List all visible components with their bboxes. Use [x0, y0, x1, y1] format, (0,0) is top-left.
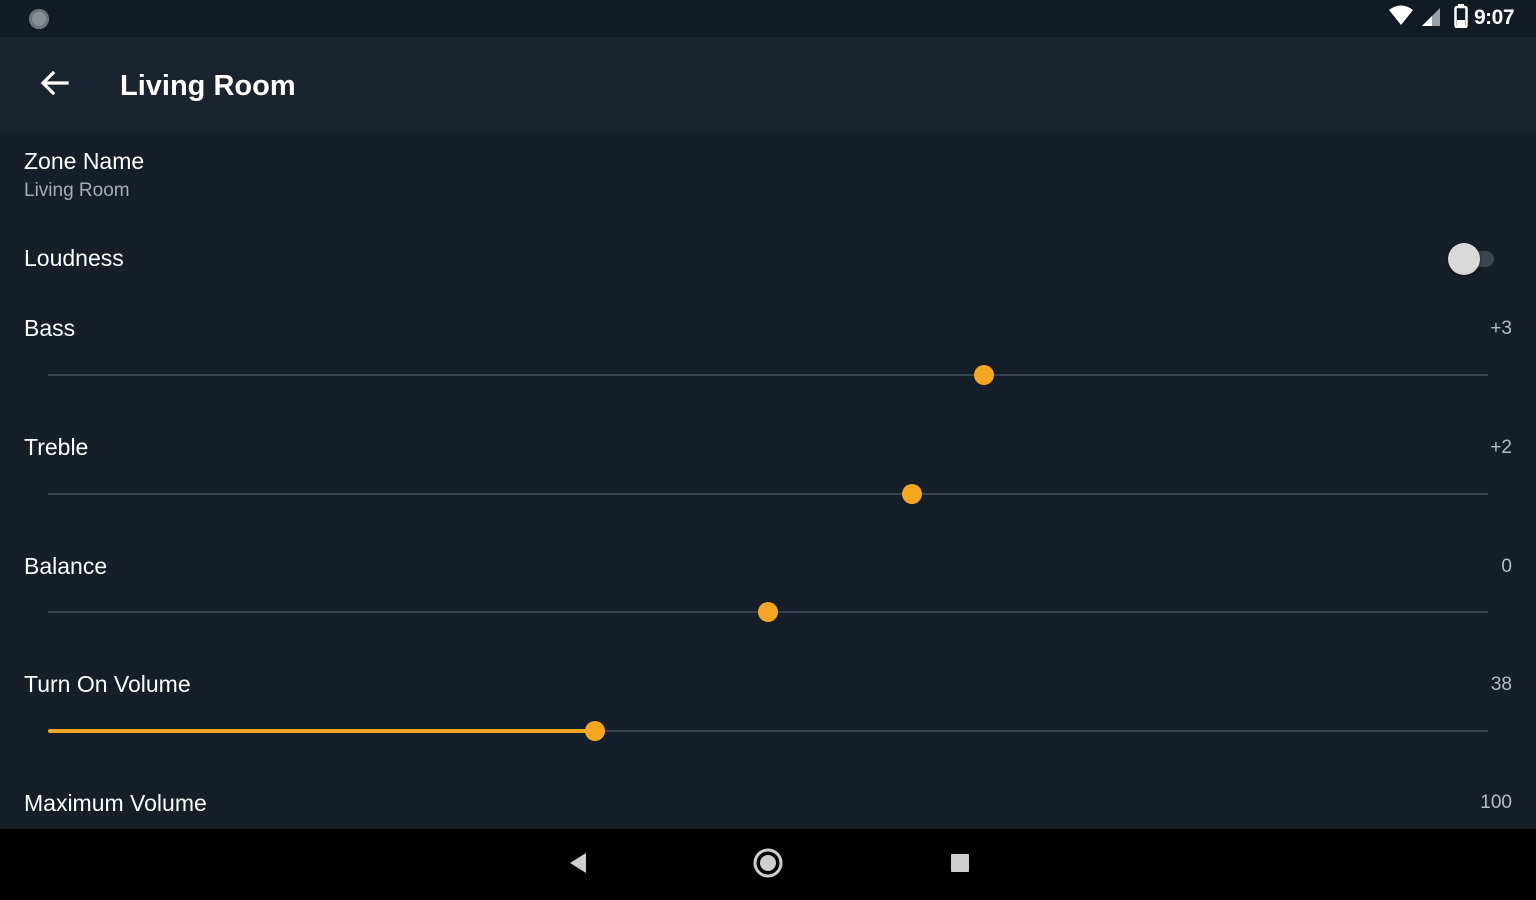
signal-icon [1420, 5, 1442, 32]
slider-thumb[interactable] [585, 721, 605, 741]
wifi-icon [1388, 5, 1414, 32]
status-icons: 9:07 [1388, 3, 1515, 33]
balance-slider[interactable] [48, 600, 1488, 624]
toggle-thumb [1448, 243, 1480, 275]
page-title: Living Room [120, 70, 296, 102]
pref-bass-title: Bass [24, 315, 76, 341]
pref-zone-name[interactable]: Zone Name Living Room [0, 132, 1536, 214]
pref-treble-value: +2 [1490, 437, 1512, 458]
pref-turn-on-volume-value: 38 [1490, 674, 1512, 695]
nav-home-icon [752, 847, 784, 884]
loudness-toggle[interactable] [1446, 242, 1496, 275]
turn-on-volume-slider[interactable] [48, 719, 1488, 743]
pref-balance-value: 0 [1501, 556, 1512, 577]
nav-home-button[interactable] [748, 847, 788, 883]
arrow-back-icon [39, 70, 69, 101]
pref-bass-value: +3 [1490, 318, 1512, 339]
slider-thumb[interactable] [902, 484, 922, 504]
slider-track [48, 374, 1488, 376]
slider-thumb[interactable] [974, 365, 994, 385]
bass-slider[interactable] [48, 363, 1488, 387]
pref-treble-title: Treble [24, 434, 89, 460]
pref-turn-on-volume-title: Turn On Volume [24, 671, 191, 697]
nav-back-button[interactable] [557, 847, 597, 883]
nav-bar [0, 829, 1536, 900]
preferences-list: Zone Name Living Room Loudness Bass +3 T… [0, 132, 1536, 829]
nav-recents-button[interactable] [940, 847, 980, 883]
app-bar: Living Room [0, 37, 1536, 132]
status-bar: 9:07 [0, 0, 1536, 37]
back-button[interactable] [30, 67, 78, 103]
slider-thumb[interactable] [758, 602, 778, 622]
pref-balance-title: Balance [24, 553, 108, 579]
pref-zone-name-title: Zone Name [24, 148, 145, 174]
pref-zone-name-summary: Living Room [24, 180, 130, 201]
treble-slider[interactable] [48, 482, 1488, 506]
nav-back-icon [566, 851, 588, 880]
pref-loudness[interactable]: Loudness [0, 214, 1536, 286]
notification-dot-icon [29, 9, 49, 29]
battery-icon [1454, 3, 1468, 33]
pref-maximum-volume-value: 100 [1480, 792, 1512, 813]
slider-fill [48, 729, 595, 733]
pref-loudness-title: Loudness [24, 245, 124, 271]
nav-recents-icon [949, 852, 971, 879]
pref-maximum-volume-title: Maximum Volume [24, 790, 207, 816]
slider-track [48, 493, 1488, 495]
status-time: 9:07 [1473, 6, 1515, 29]
